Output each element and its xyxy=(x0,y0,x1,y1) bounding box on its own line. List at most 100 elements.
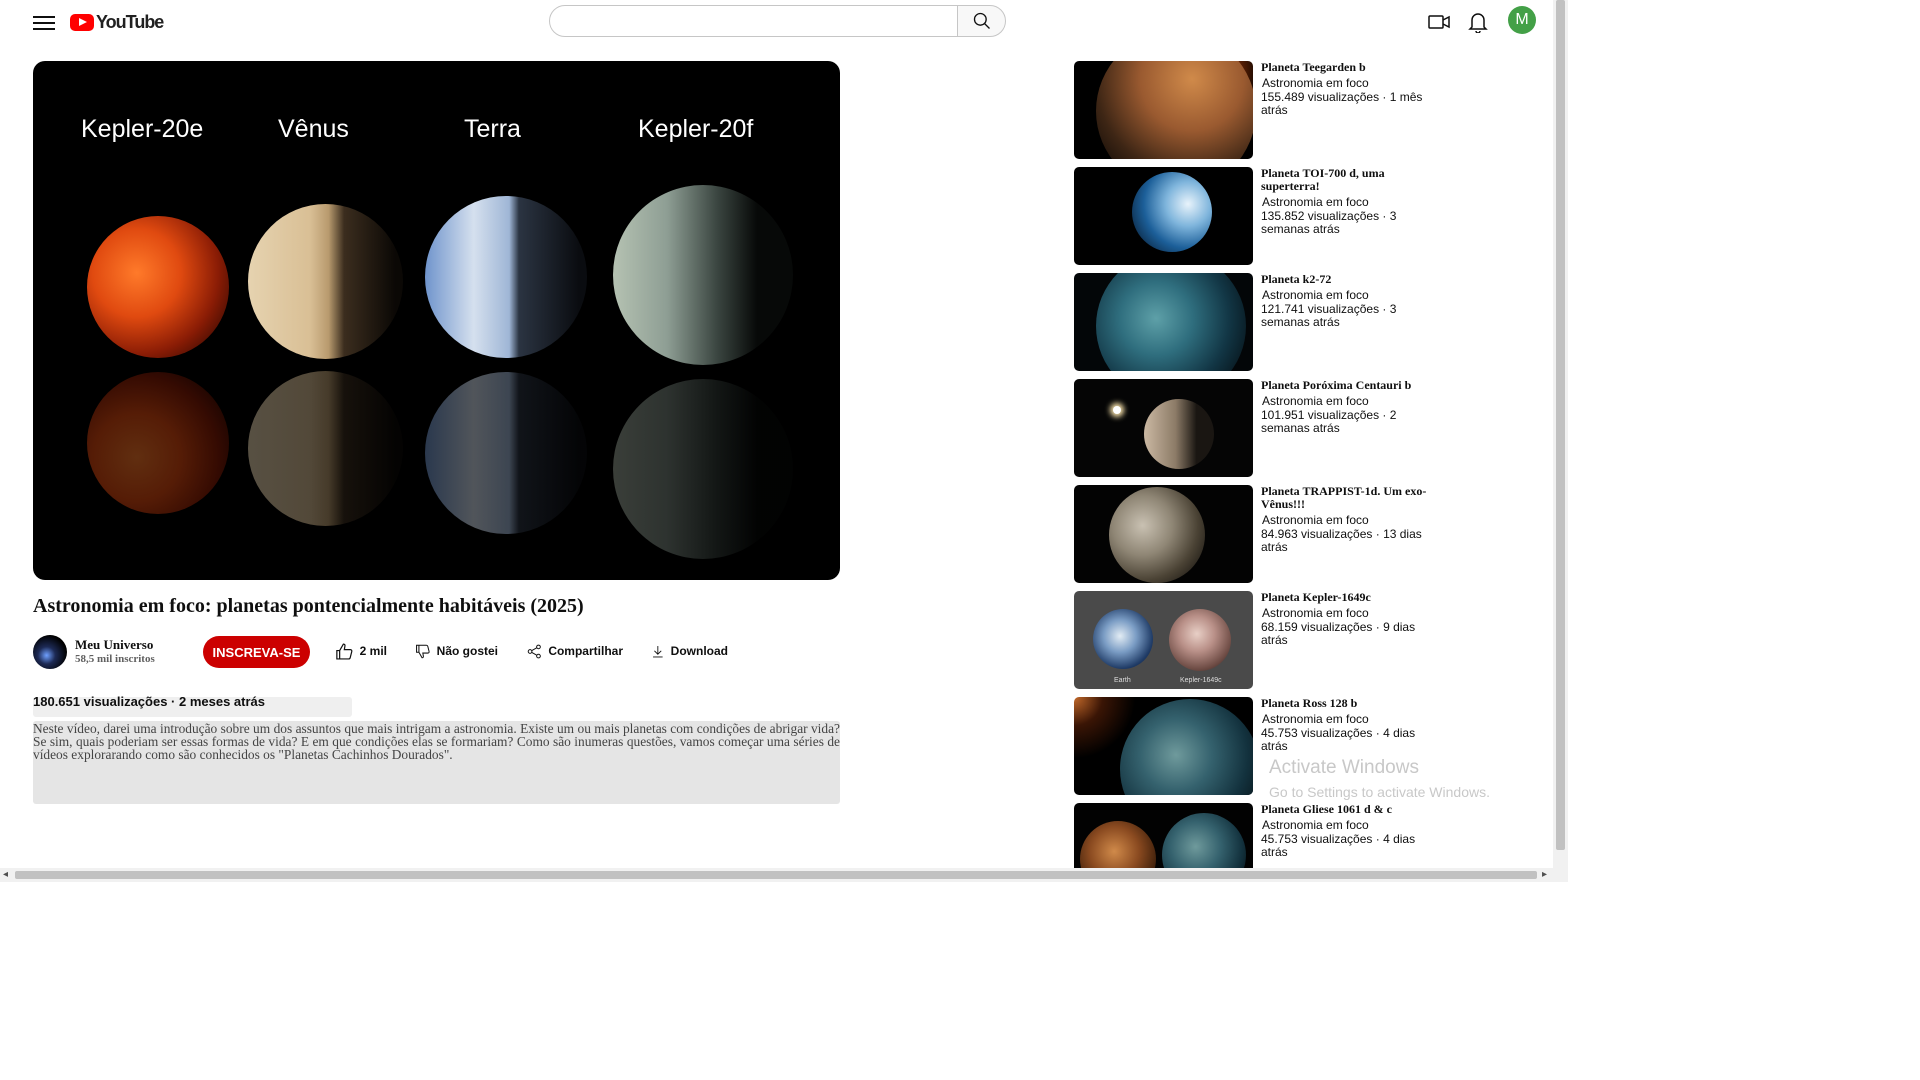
recommended-meta: 84.963 visualizações · 13 dias atrás xyxy=(1261,527,1422,554)
download-button[interactable]: Download xyxy=(651,641,728,661)
recommended-title[interactable]: Planeta TOI-700 d, uma superterra! xyxy=(1261,167,1431,193)
like-count: 2 mil xyxy=(359,644,387,658)
thumbnail-planet-kepler xyxy=(1169,609,1231,671)
recommended-channel[interactable]: Astronomia em foco xyxy=(1262,394,1369,408)
share-icon xyxy=(527,644,541,658)
video-thumbnail xyxy=(1074,61,1253,159)
horizontal-scrollbar-thumb[interactable] xyxy=(15,871,1537,879)
description-box[interactable]: Neste vídeo, darei uma introdução sobre … xyxy=(33,721,840,804)
channel-name[interactable]: Meu Universo xyxy=(75,637,153,653)
planet-label-3: Terra xyxy=(464,115,521,143)
video-thumbnail xyxy=(1074,697,1253,795)
youtube-play-icon xyxy=(70,14,94,31)
search-icon xyxy=(973,12,990,29)
views-box: 180.651 visualizações · 2 meses atrás xyxy=(33,694,352,717)
account-avatar[interactable]: M xyxy=(1508,6,1536,34)
planet-venus xyxy=(248,204,403,359)
recommended-channel[interactable]: Astronomia em foco xyxy=(1262,195,1369,209)
description-text: Neste vídeo, darei uma introdução sobre … xyxy=(33,721,840,762)
thumbs-up-icon xyxy=(336,642,353,660)
thumbnail-planet-earth xyxy=(1093,609,1153,669)
planet-reflection-4 xyxy=(613,379,793,559)
recommended-channel[interactable]: Astronomia em foco xyxy=(1262,606,1369,620)
recommended-meta: 45.753 visualizações · 4 dias atrás xyxy=(1261,726,1416,753)
thumbnail-planet xyxy=(1096,273,1246,371)
views-and-date: 180.651 visualizações · 2 meses atrás xyxy=(33,694,265,709)
vertical-scrollbar[interactable] xyxy=(1553,0,1568,868)
search-button[interactable] xyxy=(957,5,1006,37)
scroll-right-arrow-icon[interactable]: ▸ xyxy=(1542,869,1547,880)
recommended-video[interactable]: Planeta Ross 128 b Astronomia em foco 45… xyxy=(1074,697,1444,795)
horizontal-scrollbar[interactable]: ◂ ▸ xyxy=(0,868,1568,882)
recommended-meta: 135.852 visualizações · 3 semanas atrás xyxy=(1261,209,1397,236)
recommended-title[interactable]: Planeta TRAPPIST-1d. Um exo-Vênus!!! xyxy=(1261,485,1431,511)
video-thumbnail xyxy=(1074,273,1253,371)
logo-text: YouTube xyxy=(96,12,164,32)
video-thumbnail xyxy=(1074,379,1253,477)
channel-avatar[interactable] xyxy=(33,635,67,669)
vertical-scrollbar-thumb[interactable] xyxy=(1556,0,1565,850)
share-label: Compartilhar xyxy=(548,644,623,658)
notifications-bell-icon[interactable] xyxy=(1466,10,1490,34)
share-button[interactable]: Compartilhar xyxy=(527,641,623,661)
recommended-title[interactable]: Planeta Ross 128 b xyxy=(1261,697,1431,710)
recommended-channel[interactable]: Astronomia em foco xyxy=(1262,288,1369,302)
dislike-button[interactable]: Não gostei xyxy=(415,641,498,661)
planet-reflection-1 xyxy=(87,372,229,514)
planet-reflection-3 xyxy=(425,372,587,534)
thumbnail-planet xyxy=(1120,699,1253,795)
thumbnail-planet-1 xyxy=(1080,821,1156,868)
like-button[interactable]: 2 mil xyxy=(335,641,387,661)
recommended-title[interactable]: Planeta Kepler-1649c xyxy=(1261,591,1431,604)
recommended-meta: 101.951 visualizações · 2 semanas atrás xyxy=(1261,408,1397,435)
recommended-video[interactable]: Planeta Poróxima Centauri b Astronomia e… xyxy=(1074,379,1444,477)
subscribe-button[interactable]: INSCREVA-SE xyxy=(203,636,310,668)
video-thumbnail xyxy=(1074,803,1253,868)
video-title: Astronomia em foco: planetas pontencialm… xyxy=(33,595,584,617)
video-thumbnail: Earth Kepler-1649c xyxy=(1074,591,1253,689)
recommended-video[interactable]: Planeta Teegarden b Astronomia em foco 1… xyxy=(1074,61,1444,159)
create-video-icon[interactable] xyxy=(1427,10,1451,34)
thumbnail-planet xyxy=(1132,172,1212,252)
recommended-title[interactable]: Planeta Poróxima Centauri b xyxy=(1261,379,1431,392)
youtube-logo[interactable]: YouTube xyxy=(70,12,164,33)
recommended-video[interactable]: Planeta k2-72 Astronomia em foco 121.741… xyxy=(1074,273,1444,371)
thumbnail-planet xyxy=(1144,399,1214,469)
recommended-channel[interactable]: Astronomia em foco xyxy=(1262,76,1369,90)
download-label: Download xyxy=(670,644,728,658)
planet-label-2: Vênus xyxy=(278,115,349,143)
recommended-meta: 68.159 visualizações · 9 dias atrás xyxy=(1261,620,1416,647)
video-thumbnail xyxy=(1074,167,1253,265)
thumbnail-planet xyxy=(1109,487,1205,583)
planet-reflection-2 xyxy=(248,371,403,526)
thumbnail-star xyxy=(1113,406,1121,414)
menu-icon[interactable] xyxy=(33,13,55,31)
recommended-video[interactable]: Earth Kepler-1649c Planeta Kepler-1649c … xyxy=(1074,591,1444,689)
thumbnail-planet-2 xyxy=(1162,813,1246,868)
recommended-channel[interactable]: Astronomia em foco xyxy=(1262,818,1369,832)
planet-label-1: Kepler-20e xyxy=(81,115,204,143)
download-icon xyxy=(653,645,663,657)
recommended-title[interactable]: Planeta Teegarden b xyxy=(1261,61,1431,74)
recommended-title[interactable]: Planeta Gliese 1061 d & c xyxy=(1261,803,1431,816)
thumbs-down-icon xyxy=(416,644,430,658)
activate-windows-subtitle: Go to Settings to activate Windows. xyxy=(1269,784,1490,800)
recommended-video[interactable]: Planeta Gliese 1061 d & c Astronomia em … xyxy=(1074,803,1444,868)
recommended-channel[interactable]: Astronomia em foco xyxy=(1262,513,1369,527)
thumbnail-planet xyxy=(1096,61,1253,159)
recommended-channel[interactable]: Astronomia em foco xyxy=(1262,712,1369,726)
recommended-video[interactable]: Planeta TRAPPIST-1d. Um exo-Vênus!!! Ast… xyxy=(1074,485,1444,583)
planet-kepler20f xyxy=(613,185,793,365)
activate-windows-title: Activate Windows xyxy=(1269,757,1419,778)
thumbnail-label-earth: Earth xyxy=(1114,677,1131,684)
planet-label-4: Kepler-20f xyxy=(638,115,754,143)
recommended-meta: 121.741 visualizações · 3 semanas atrás xyxy=(1261,302,1397,329)
recommended-title[interactable]: Planeta k2-72 xyxy=(1261,273,1431,286)
video-player[interactable]: Kepler-20e Vênus Terra Kepler-20f xyxy=(33,61,840,580)
search-input[interactable] xyxy=(549,5,958,37)
recommended-video[interactable]: Planeta TOI-700 d, uma superterra! Astro… xyxy=(1074,167,1444,265)
dislike-label: Não gostei xyxy=(436,644,498,658)
planet-kepler20e xyxy=(87,216,229,358)
scroll-left-arrow-icon[interactable]: ◂ xyxy=(3,869,8,880)
planet-terra xyxy=(425,196,587,358)
